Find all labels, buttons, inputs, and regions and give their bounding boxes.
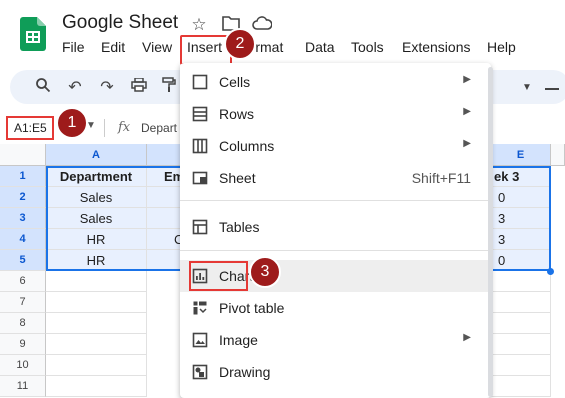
table-cell[interactable] [46,355,147,376]
menu-item-cells[interactable]: Cells ▶ [180,66,491,98]
row-header[interactable]: 9 [0,334,46,355]
row-header[interactable]: 10 [0,355,46,376]
undo-icon[interactable]: ↶ [64,77,86,99]
menu-item-label: Image [219,332,258,348]
menu-item-columns[interactable]: Columns ▶ [180,130,491,162]
row-header[interactable]: 1 [0,166,46,187]
submenu-arrow-icon: ▶ [463,332,471,343]
row-header[interactable]: 6 [0,271,46,292]
menu-extensions[interactable]: Extensions [402,39,470,55]
menu-item-label: Sheet [219,170,256,186]
menu-view[interactable]: View [142,39,172,55]
column-header-e[interactable]: E [491,144,551,166]
menu-item-tables[interactable]: Tables [180,211,491,243]
submenu-arrow-icon: ▶ [463,74,471,85]
font-size-dropdown-arrow-icon[interactable]: ▼ [516,77,538,99]
menu-item-label: Cells [219,74,251,90]
menu-item-label: Tables [219,219,260,235]
formula-input[interactable]: Depart [141,121,177,135]
row-header[interactable]: 5 [0,250,46,271]
row-header[interactable]: 8 [0,313,46,334]
menu-item-pivot-table[interactable]: Pivot table [180,292,491,324]
menu-data[interactable]: Data [305,39,335,55]
menu-item-label: Pivot table [219,300,285,316]
name-box[interactable]: A1:E5 [6,116,54,140]
formula-bar-divider [104,119,105,137]
table-cell[interactable] [491,313,551,334]
step-badge-2: 2 [224,28,256,60]
column-header-a[interactable]: A [46,144,147,166]
image-icon [192,332,208,348]
menu-tools[interactable]: Tools [351,39,384,55]
print-icon[interactable] [128,77,150,99]
step-badge-3: 3 [249,256,281,288]
menu-divider [180,250,491,251]
table-cell[interactable] [491,376,551,397]
keyboard-shortcut: Shift+F11 [411,170,471,186]
fx-icon: fx [118,120,131,135]
menu-item-label: Rows [219,106,255,122]
table-cell[interactable] [491,271,551,292]
select-all-corner[interactable] [0,144,46,166]
row-header[interactable]: 4 [0,229,46,250]
menu-item-rows[interactable]: Rows ▶ [180,98,491,130]
submenu-arrow-icon: ▶ [463,138,471,149]
table-icon [192,219,208,235]
table-cell[interactable] [491,355,551,376]
cloud-status-icon[interactable] [252,15,273,35]
table-cell[interactable] [46,292,147,313]
google-sheets-logo[interactable] [20,17,46,51]
pivot-table-icon [192,300,208,316]
chart-item-highlight [189,261,248,291]
row-header[interactable]: 2 [0,187,46,208]
document-title[interactable]: Google Sheet [62,12,178,34]
search-menus-icon[interactable] [32,77,54,99]
table-cell[interactable] [491,334,551,355]
menu-help[interactable]: Help [487,39,516,55]
table-cell[interactable] [46,313,147,334]
table-cell[interactable] [46,271,147,292]
table-cell[interactable] [491,292,551,313]
menu-edit[interactable]: Edit [101,39,125,55]
cell-icon [192,74,208,90]
table-cell[interactable] [46,376,147,397]
drawing-icon [192,364,208,380]
menu-item-label: Drawing [219,364,271,380]
redo-icon[interactable]: ↷ [96,77,118,99]
row-header[interactable]: 11 [0,376,46,397]
decrease-icon[interactable] [545,88,559,90]
paint-format-icon[interactable] [158,77,180,99]
submenu-arrow-icon: ▶ [463,106,471,117]
row-header[interactable]: 7 [0,292,46,313]
menu-item-image[interactable]: Image ▶ [180,324,491,356]
menu-file[interactable]: File [62,39,85,55]
menu-divider [180,200,491,201]
columns-icon [192,138,208,154]
row-header[interactable]: 3 [0,208,46,229]
fill-handle[interactable] [547,268,554,275]
step-badge-1: 1 [56,107,88,139]
rows-icon [192,106,208,122]
menu-scrollbar[interactable] [488,67,493,397]
column-header-f[interactable] [551,144,565,166]
sheet-icon [192,170,208,186]
menu-item-drawing[interactable]: Drawing [180,356,491,388]
star-icon[interactable]: ☆ [189,15,209,35]
insert-menu-dropdown: Cells ▶ Rows ▶ Columns ▶ Sheet Shift+F11… [180,63,491,398]
table-cell[interactable] [46,334,147,355]
menu-item-sheet[interactable]: Sheet Shift+F11 [180,162,491,194]
menu-item-label: Columns [219,138,275,154]
